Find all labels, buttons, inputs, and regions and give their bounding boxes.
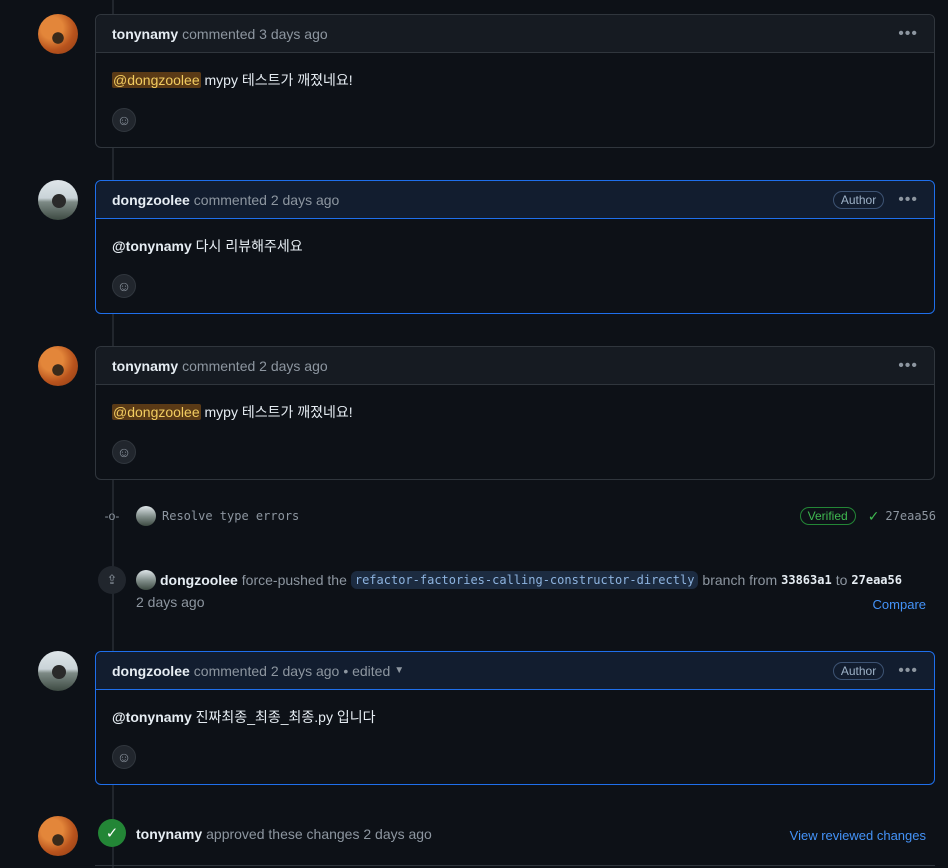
comment-box: dongzoolee commented 2 days ago Author •…	[95, 180, 935, 314]
avatar[interactable]	[38, 14, 78, 54]
repo-push-icon: ⇪	[98, 566, 126, 594]
avatar[interactable]	[38, 651, 78, 691]
comment-timestamp[interactable]: commented 3 days ago	[182, 26, 328, 42]
comment-timestamp[interactable]: commented 2 days ago	[182, 358, 328, 374]
comment-timestamp[interactable]: commented 2 days ago	[194, 192, 340, 208]
comment-box: dongzoolee commented 2 days ago • edited…	[95, 651, 935, 785]
edited-label[interactable]: • edited	[343, 663, 390, 679]
check-icon[interactable]: ✓	[868, 508, 880, 525]
comment-author[interactable]: dongzoolee	[112, 663, 190, 679]
avatar[interactable]	[38, 346, 78, 386]
push-from-label: branch from	[702, 572, 778, 588]
chevron-down-icon[interactable]: ▼	[394, 665, 404, 676]
to-sha[interactable]: 27eaa56	[851, 573, 902, 587]
comment-author[interactable]: tonynamy	[112, 358, 178, 374]
kebab-horizontal-icon[interactable]: •••	[898, 25, 918, 43]
comment-header: dongzoolee commented 2 days ago • edited…	[96, 652, 934, 690]
divider	[95, 865, 935, 866]
view-reviewed-changes-link[interactable]: View reviewed changes	[790, 828, 926, 843]
user-mention[interactable]: @tonynamy	[112, 238, 192, 254]
force-push-event: dongzoolee force-pushed the refactor-fac…	[136, 570, 936, 612]
review-approval-event: tonynamy approved these changes 2 days a…	[136, 826, 936, 843]
commit-row: -o- Resolve type errors Verified ✓ 27eaa…	[100, 503, 936, 529]
comment-text: 다시 리뷰해주세요	[191, 238, 303, 254]
comment-box: tonynamy commented 2 days ago ••• @dongz…	[95, 346, 935, 480]
commit-message[interactable]: Resolve type errors	[162, 509, 299, 523]
branch-name[interactable]: refactor-factories-calling-constructor-d…	[350, 571, 699, 589]
smiley-icon[interactable]: ☺	[112, 108, 136, 132]
avatar[interactable]	[136, 570, 156, 590]
comment-header: tonynamy commented 2 days ago •••	[96, 347, 934, 385]
comment-text: 진짜최종_최종_최종.py 입니다	[191, 709, 376, 725]
comment-author[interactable]: tonynamy	[112, 26, 178, 42]
push-to-label: to	[835, 572, 848, 588]
kebab-horizontal-icon[interactable]: •••	[898, 357, 918, 375]
git-commit-icon: -o-	[104, 509, 120, 523]
comment-box: tonynamy commented 3 days ago ••• @dongz…	[95, 14, 935, 148]
user-mention[interactable]: @dongzoolee	[112, 72, 201, 88]
push-author[interactable]: dongzoolee	[160, 572, 238, 588]
check-icon: ✓	[98, 819, 126, 847]
comment-text: mypy 테스트가 깨졌네요!	[200, 404, 353, 420]
comment-header: tonynamy commented 3 days ago •••	[96, 15, 934, 53]
avatar[interactable]	[38, 180, 78, 220]
comment-timestamp[interactable]: commented 2 days ago	[194, 663, 340, 679]
compare-link[interactable]: Compare	[873, 597, 926, 612]
kebab-horizontal-icon[interactable]: •••	[898, 191, 918, 209]
from-sha[interactable]: 33863a1	[781, 573, 832, 587]
smiley-icon[interactable]: ☺	[112, 274, 136, 298]
comment-body: @dongzoolee mypy 테스트가 깨졌네요! ☺	[96, 385, 934, 480]
comment-body: @tonynamy 다시 리뷰해주세요 ☺	[96, 219, 934, 314]
user-mention[interactable]: @dongzoolee	[112, 404, 201, 420]
author-badge: Author	[832, 190, 885, 209]
push-action: force-pushed the	[241, 572, 347, 588]
verified-badge[interactable]: Verified	[799, 507, 856, 525]
comment-author[interactable]: dongzoolee	[112, 192, 190, 208]
user-mention[interactable]: @tonynamy	[112, 709, 192, 725]
push-timestamp[interactable]: 2 days ago	[136, 594, 205, 610]
author-badge: Author	[832, 661, 885, 680]
avatar[interactable]	[38, 816, 78, 856]
comment-body: @dongzoolee mypy 테스트가 깨졌네요! ☺	[96, 53, 934, 148]
avatar[interactable]	[136, 506, 156, 526]
comment-header: dongzoolee commented 2 days ago Author •…	[96, 181, 934, 219]
comment-text: mypy 테스트가 깨졌네요!	[200, 72, 353, 88]
reviewer-name[interactable]: tonynamy	[136, 826, 202, 842]
smiley-icon[interactable]: ☺	[112, 440, 136, 464]
approval-text: approved these changes 2 days ago	[206, 826, 432, 842]
smiley-icon[interactable]: ☺	[112, 745, 136, 769]
kebab-horizontal-icon[interactable]: •••	[898, 662, 918, 680]
commit-sha[interactable]: 27eaa56	[885, 509, 936, 523]
comment-body: @tonynamy 진짜최종_최종_최종.py 입니다 ☺	[96, 690, 934, 785]
